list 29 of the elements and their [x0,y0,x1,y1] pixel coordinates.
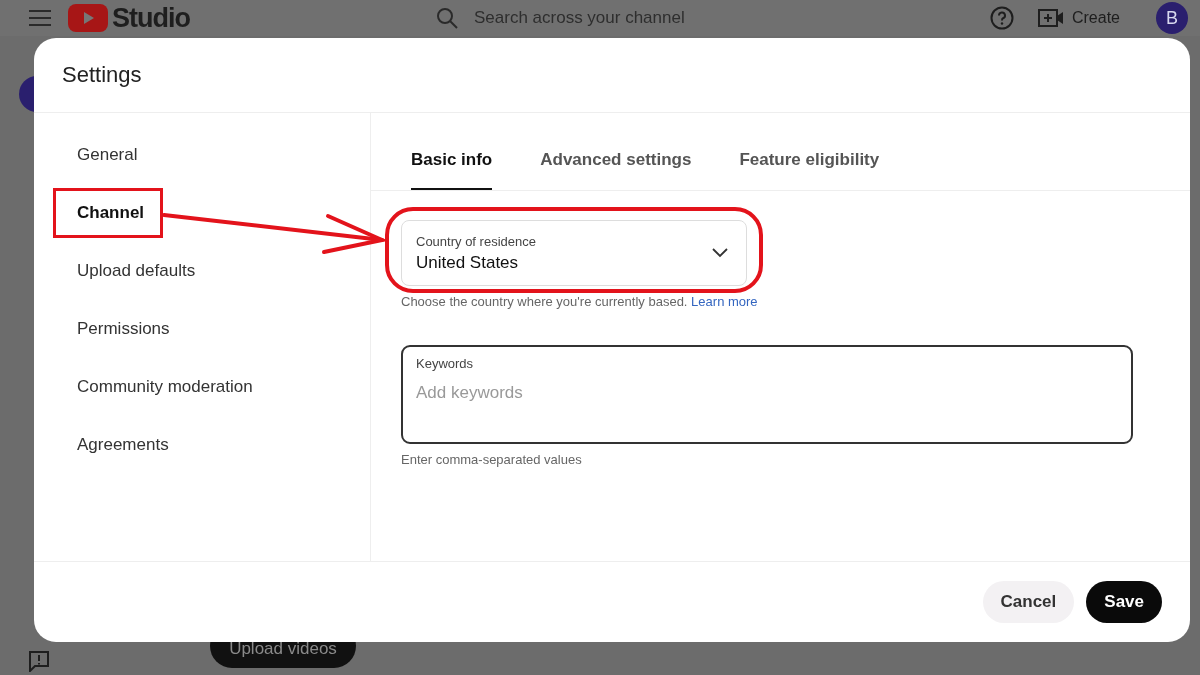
field-value: United States [416,252,520,273]
avatar[interactable]: B [1156,2,1188,34]
save-button[interactable]: Save [1086,581,1162,623]
nav-item[interactable]: Upload defaults [34,242,370,300]
nav-item[interactable]: Permissions [34,300,370,358]
helper-text: Enter comma-separated values [401,452,583,467]
search-field[interactable]: Search across your channel [472,7,796,29]
tab[interactable]: Feature eligibility [739,150,880,190]
tab[interactable]: Advanced settings [540,150,692,190]
help-icon[interactable] [989,6,1014,30]
menu-icon[interactable] [28,9,52,27]
logo-text: Studio [112,2,190,34]
helper-text: Choose the country where you're currently based. Learn more [401,294,759,309]
add-video-icon [1037,8,1064,28]
play-logo-icon [68,4,108,32]
feedback-icon[interactable] [28,650,50,672]
nav-item[interactable]: Channel [34,184,370,242]
field-label: Keywords [416,356,475,371]
tab[interactable]: Basic info [411,150,493,190]
learn-more-link[interactable]: Learn more [691,294,758,309]
nav-item[interactable]: Community moderation [34,358,370,416]
search-icon[interactable] [436,7,458,29]
chevron-down-icon [712,248,728,258]
nav-item[interactable]: General [34,126,370,184]
cancel-button[interactable]: Cancel [982,581,1075,623]
nav-item[interactable]: Agreements [34,416,370,474]
field-label: Country of residence [416,233,537,249]
country-dropdown[interactable]: Country of residence United States [401,220,747,286]
dialog-title: Settings [62,62,142,88]
